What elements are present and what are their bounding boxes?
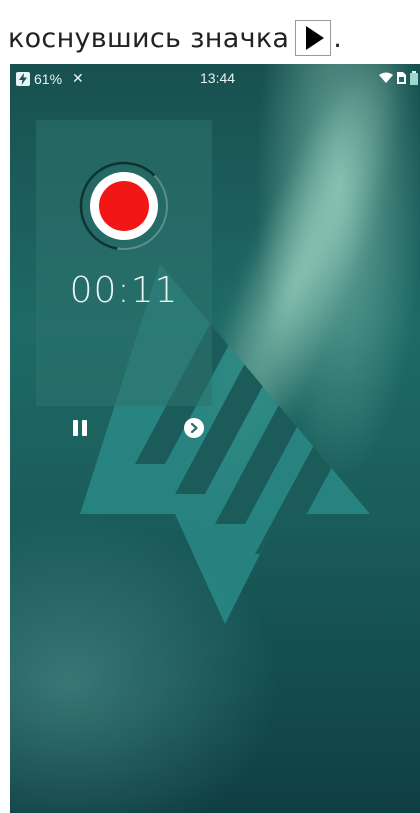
next-icon: [190, 422, 198, 434]
status-bar: 61% ✕ 13:44: [10, 64, 420, 92]
next-button[interactable]: [184, 418, 204, 438]
sim-icon: [397, 72, 406, 84]
charging-bolt-icon: [16, 71, 30, 86]
recording-timer: 00:11: [69, 270, 179, 311]
status-right: [379, 71, 418, 85]
play-icon: [295, 20, 332, 56]
status-left: 61% ✕: [16, 70, 84, 87]
phone-screen: 61% ✕ 13:44 00:11: [10, 64, 420, 813]
pause-button[interactable]: [70, 418, 90, 438]
caption-text: коснувшись значка: [8, 22, 290, 54]
instruction-caption: коснувшись значка .: [8, 16, 342, 60]
status-time: 13:44: [200, 70, 236, 86]
wifi-icon: [379, 72, 393, 84]
record-icon: [79, 161, 168, 250]
pause-icon-bar: [82, 420, 87, 436]
tools-icon: ✕: [72, 70, 84, 86]
battery-percent: 61%: [34, 70, 63, 87]
caption-period: .: [333, 22, 343, 54]
record-button[interactable]: [78, 160, 170, 252]
pause-icon: [73, 420, 78, 436]
battery-icon: [410, 71, 418, 85]
voice-recorder-widget: 00:11: [36, 120, 212, 438]
